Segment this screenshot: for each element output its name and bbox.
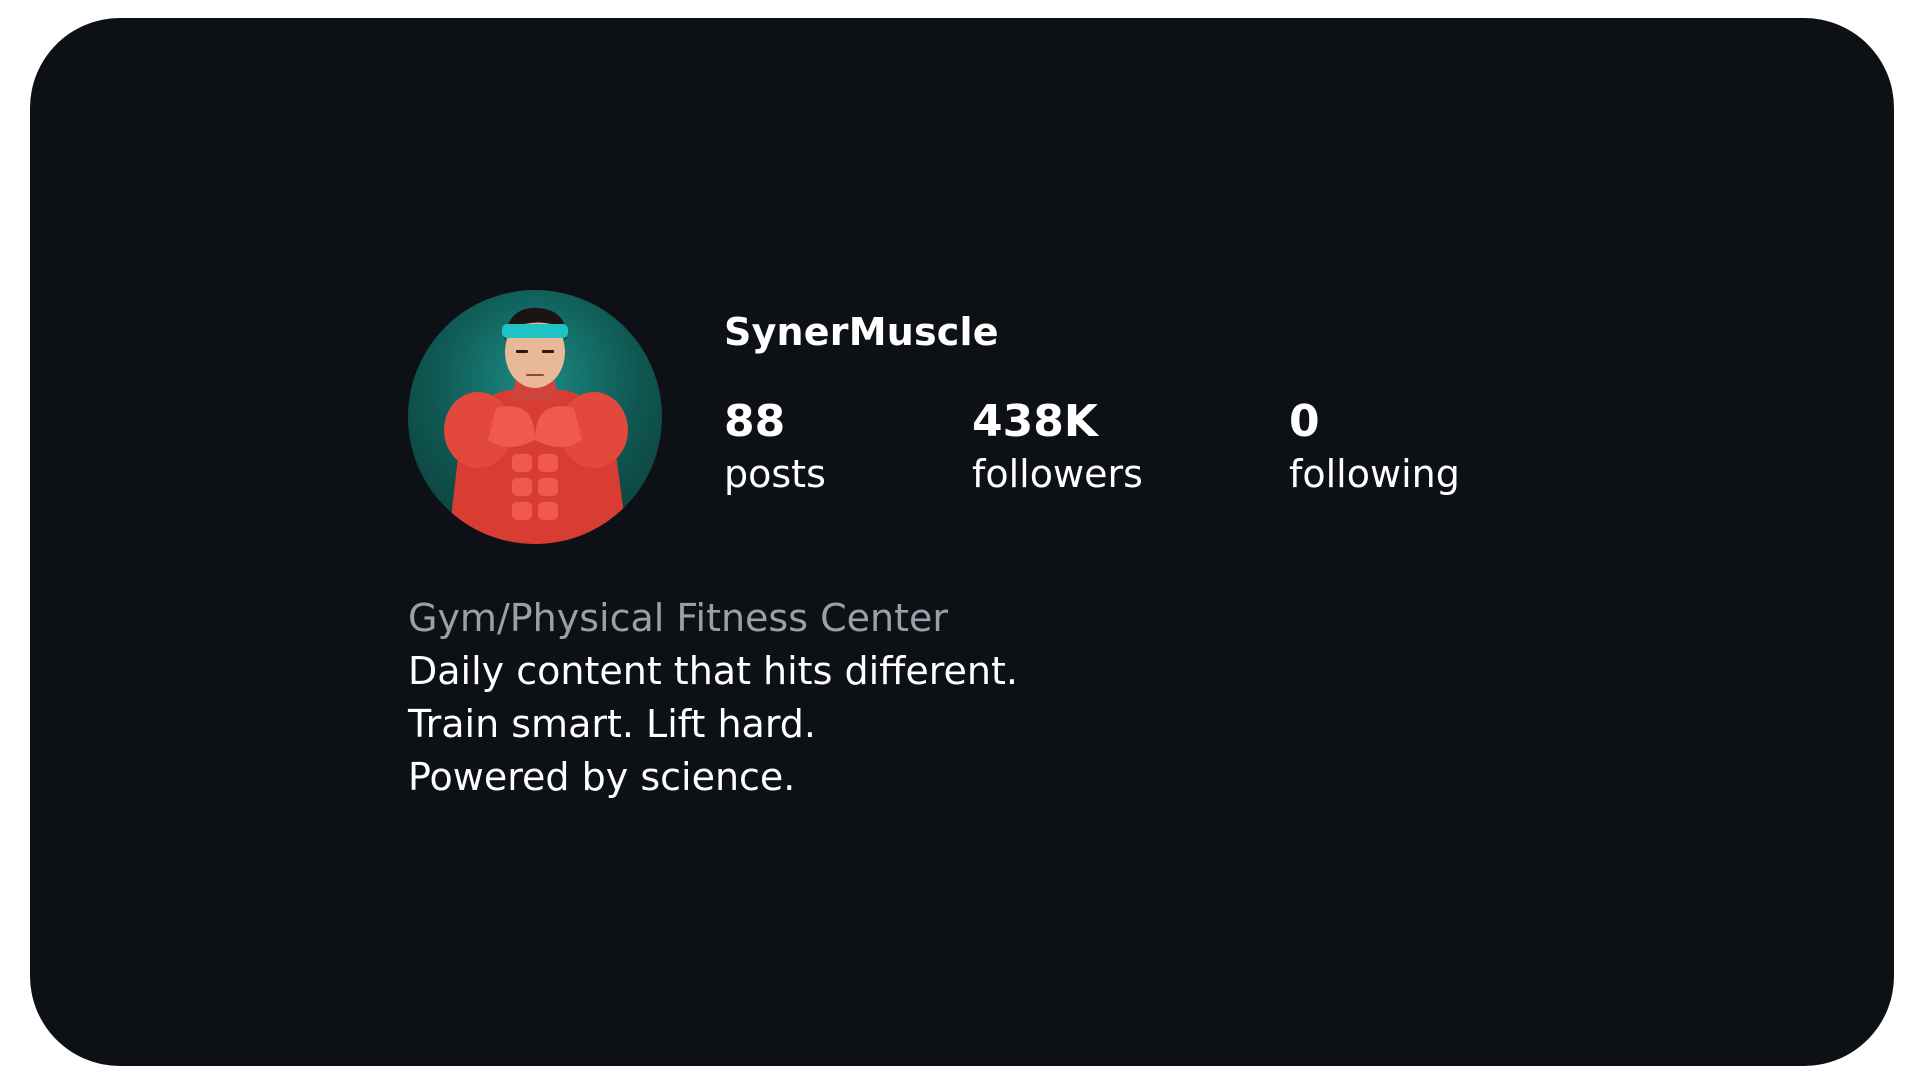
profile-card: SynerMuscle 88 posts 438K followers 0 fo…	[30, 18, 1894, 1066]
profile-category: Gym/Physical Fitness Center	[408, 596, 948, 640]
stat-followers-label: followers	[972, 452, 1143, 496]
stat-followers[interactable]: 438K followers	[972, 396, 1143, 500]
stat-posts[interactable]: 88 posts	[724, 396, 826, 500]
bio-line: Powered by science.	[408, 755, 796, 799]
profile-avatar[interactable]	[408, 290, 662, 544]
stat-following-label: following	[1289, 452, 1460, 496]
muscle-man-avatar-icon	[444, 307, 628, 544]
stat-posts-count: 88	[724, 396, 786, 447]
stat-following[interactable]: 0 following	[1289, 396, 1460, 500]
bio-line: Train smart. Lift hard.	[408, 702, 816, 746]
stat-followers-count: 438K	[972, 396, 1098, 447]
profile-bio: Gym/Physical Fitness Center Daily conten…	[408, 592, 1018, 804]
stat-posts-label: posts	[724, 452, 826, 496]
bio-line: Daily content that hits different.	[408, 649, 1018, 693]
profile-username: SynerMuscle	[724, 310, 999, 354]
stat-following-count: 0	[1289, 396, 1320, 447]
